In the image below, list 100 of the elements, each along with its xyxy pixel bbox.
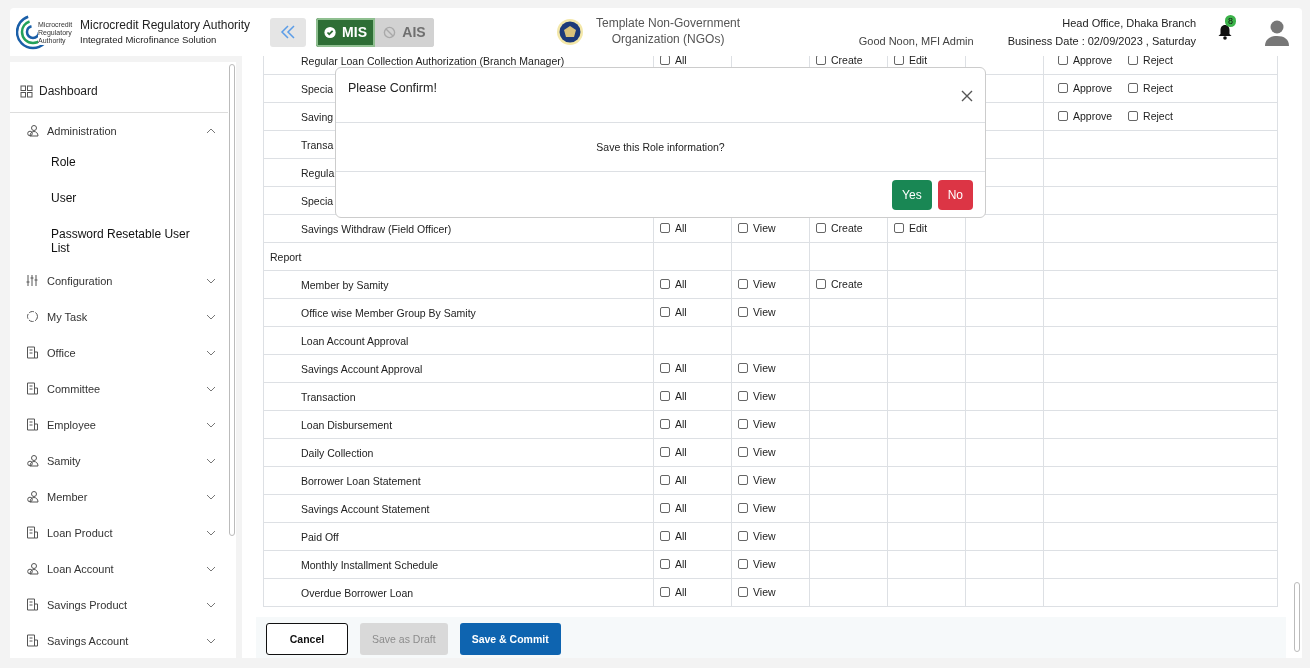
permission-name: Paid Off — [263, 522, 654, 551]
blocked-icon — [383, 25, 397, 39]
permission-name: Loan Disbursement — [263, 410, 654, 439]
people-icon — [26, 562, 39, 576]
permission-checkbox[interactable]: View — [738, 362, 776, 374]
chevron-icon — [206, 493, 216, 500]
permission-name: Loan Account Approval — [263, 326, 654, 355]
people-icon — [26, 124, 39, 138]
bell-icon[interactable] — [1218, 24, 1232, 40]
organization-name: Template Non-Government — [596, 16, 741, 32]
permission-name: Borrower Loan Statement — [263, 466, 654, 495]
permission-checkbox[interactable]: Approve — [1058, 56, 1113, 66]
sidebar-item[interactable]: Committee — [10, 370, 228, 407]
permission-checkbox[interactable]: All — [660, 446, 687, 458]
permission-checkbox[interactable]: View — [738, 278, 776, 290]
permission-checkbox[interactable]: View — [738, 446, 776, 458]
permission-checkbox[interactable]: Reject — [1128, 56, 1173, 66]
permission-checkbox[interactable]: All — [660, 306, 687, 318]
sidebar-item[interactable]: Member — [10, 478, 228, 515]
permission-checkbox[interactable]: View — [738, 474, 776, 486]
permission-checkbox[interactable]: All — [660, 278, 687, 290]
permission-checkbox[interactable]: View — [738, 390, 776, 402]
sidebar-item[interactable]: Employee — [10, 406, 228, 443]
permission-checkbox[interactable]: Approve — [1058, 82, 1113, 94]
chevron-icon — [206, 457, 216, 464]
permission-checkbox[interactable]: View — [738, 502, 776, 514]
document-icon — [26, 346, 39, 360]
double-chevron-icon — [278, 24, 298, 40]
permission-name: Member by Samity — [263, 270, 654, 299]
action-button[interactable]: Save & Commit — [459, 623, 561, 655]
permission-checkbox[interactable]: View — [738, 558, 776, 570]
sidebar-item[interactable]: Savings Product — [10, 586, 228, 623]
people-icon — [26, 490, 39, 504]
sidebar-item[interactable]: My Task — [10, 298, 228, 335]
permission-checkbox[interactable]: All — [660, 530, 687, 542]
permission-name: Transaction — [263, 382, 654, 411]
sliders-icon — [26, 274, 39, 288]
avatar[interactable] — [1264, 18, 1290, 46]
grid-icon — [20, 85, 33, 99]
sidebar-item[interactable]: Configuration — [10, 262, 228, 299]
greeting: Good Noon, MFI Admin — [858, 34, 974, 49]
permission-checkbox[interactable]: View — [738, 530, 776, 542]
permission-checkbox[interactable]: All — [660, 362, 687, 374]
permission-name: Monthly Installment Schedule — [263, 550, 654, 579]
dialog-button[interactable]: Yes — [892, 179, 932, 210]
business-date: Business Date : 02/09/2023 , Saturday — [1007, 34, 1196, 49]
chevron-icon — [206, 277, 216, 284]
chevron-icon — [206, 637, 216, 644]
submenu-item[interactable]: User — [10, 184, 228, 221]
permission-checkbox[interactable]: Reject — [1128, 82, 1173, 94]
permission-checkbox[interactable]: All — [660, 418, 687, 430]
collapse-button[interactable] — [270, 17, 306, 47]
app-title: Microcredit Regulatory Authority — [80, 18, 251, 34]
submenu-item[interactable]: Role — [10, 148, 228, 185]
dialog-title: Please Confirm! — [348, 81, 437, 97]
sidebar-item[interactable]: Loan Account — [10, 550, 228, 587]
permission-name: Daily Collection — [263, 438, 654, 467]
module-tab[interactable]: MIS — [316, 17, 375, 47]
dialog-button[interactable]: No — [937, 179, 973, 210]
submenu-item[interactable]: Password Resetable User List — [10, 220, 228, 263]
permission-checkbox[interactable]: All — [660, 222, 687, 234]
permission-checkbox[interactable]: All — [660, 474, 687, 486]
seal-icon — [556, 18, 584, 46]
document-icon — [26, 382, 39, 396]
action-button[interactable]: Cancel — [266, 623, 348, 655]
permission-checkbox[interactable]: View — [738, 222, 776, 234]
circle-icon — [26, 310, 39, 324]
sidebar-item[interactable]: Savings Account — [10, 622, 228, 658]
permission-checkbox[interactable]: Approve — [1058, 110, 1113, 122]
permission-checkbox[interactable]: Reject — [1128, 110, 1173, 122]
sidebar-item[interactable]: Loan Product — [10, 514, 228, 551]
chevron-icon — [206, 127, 216, 134]
permission-checkbox[interactable]: View — [738, 586, 776, 598]
permission-name: Overdue Borrower Loan — [263, 578, 654, 607]
document-icon — [26, 526, 39, 540]
permission-name: Savings Account Statement — [263, 494, 654, 523]
sidebar-item[interactable]: Dashboard — [10, 82, 228, 113]
sidebar-item[interactable]: Administration — [10, 112, 228, 149]
permission-checkbox[interactable]: All — [660, 56, 687, 66]
permission-checkbox[interactable]: View — [738, 418, 776, 430]
permission-checkbox[interactable]: All — [660, 390, 687, 402]
permission-name: Savings Account Approval — [263, 354, 654, 383]
sidebar-item[interactable]: Samity — [10, 442, 228, 479]
sidebar-item[interactable]: Office — [10, 334, 228, 371]
permission-checkbox[interactable]: All — [660, 586, 687, 598]
chevron-icon — [206, 313, 216, 320]
chevron-icon — [206, 529, 216, 536]
organization-name: Organization (NGOs) — [611, 32, 725, 48]
permission-checkbox[interactable]: View — [738, 306, 776, 318]
chevron-icon — [206, 385, 216, 392]
chevron-icon — [206, 601, 216, 608]
permission-checkbox[interactable]: Edit — [894, 222, 928, 234]
people-icon — [26, 454, 39, 468]
permission-checkbox[interactable]: All — [660, 558, 687, 570]
chevron-icon — [206, 565, 216, 572]
chevron-icon — [206, 349, 216, 356]
chevron-icon — [206, 421, 216, 428]
check-circle-icon — [324, 25, 337, 39]
permission-checkbox[interactable]: All — [660, 502, 687, 514]
close-icon[interactable] — [961, 90, 973, 102]
